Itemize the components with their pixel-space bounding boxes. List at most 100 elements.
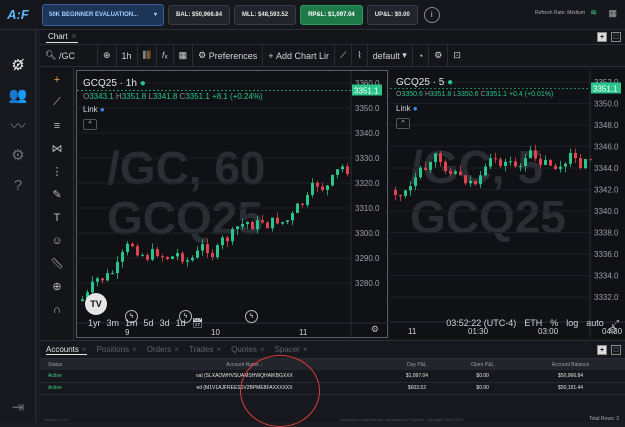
candle-body bbox=[236, 226, 239, 230]
y-tick-label: 3340.0 bbox=[355, 129, 380, 138]
tab-trades[interactable]: Trades × bbox=[189, 345, 221, 354]
candle-body bbox=[424, 167, 427, 170]
log-toggle[interactable]: log bbox=[566, 318, 578, 328]
table-row[interactable]: Active ed (M1V1AJFREES1V2BPME8FAXXXXXX $… bbox=[40, 382, 625, 395]
ruler-icon[interactable]: 📏︎ bbox=[40, 252, 74, 275]
candle-body bbox=[201, 244, 204, 251]
candle-body bbox=[519, 166, 522, 168]
candle-body bbox=[564, 163, 567, 167]
popout-icon[interactable]: □ bbox=[611, 32, 621, 42]
y-tick-label: 3342.0 bbox=[594, 186, 619, 195]
col-status[interactable]: Status bbox=[40, 359, 105, 370]
info-icon[interactable]: i bbox=[423, 6, 440, 23]
emoji-icon[interactable]: ☺ bbox=[40, 229, 74, 252]
popout-icon[interactable]: □ bbox=[611, 345, 621, 355]
chart-type-icon[interactable]: ⫼ ⫼ bbox=[138, 44, 157, 67]
settings-icon[interactable]: ⚙ bbox=[0, 140, 36, 170]
tab-positions[interactable]: Positions × bbox=[97, 345, 137, 354]
interval-button[interactable]: 1h bbox=[117, 44, 138, 67]
candle-body bbox=[579, 158, 582, 169]
tab-orders[interactable]: Orders × bbox=[147, 345, 179, 354]
add-panel-icon[interactable]: + bbox=[597, 32, 607, 42]
auto-toggle[interactable]: auto bbox=[586, 318, 604, 328]
range-1yr[interactable]: 1yr bbox=[88, 318, 101, 328]
tab-accounts[interactable]: Accounts × bbox=[46, 345, 87, 355]
col-account-balance[interactable]: Account Balance bbox=[516, 359, 625, 370]
link-button[interactable]: Link ● bbox=[396, 104, 418, 113]
col-account-name[interactable]: Account Name ↓ bbox=[104, 359, 385, 370]
crosshair-icon[interactable]: + bbox=[40, 68, 74, 91]
candle-body bbox=[419, 167, 422, 178]
add-panel-icon[interactable]: + bbox=[597, 345, 607, 355]
tab-chart[interactable]: Chart × bbox=[46, 31, 79, 43]
help-icon[interactable]: ? bbox=[0, 170, 36, 200]
y-tick-label: 3346.0 bbox=[594, 143, 619, 152]
candle-body bbox=[171, 256, 174, 259]
chart-pane-1h[interactable]: /GC, 60 GCQ25 3360.0 3350.0 3340.0 3330.0 33… bbox=[76, 70, 389, 339]
tab-spacer[interactable]: Spacer × bbox=[275, 345, 308, 354]
horizontal-lines-icon[interactable]: ≡ bbox=[40, 114, 74, 137]
brush-icon[interactable]: ✎ bbox=[40, 183, 74, 206]
chart-pane-5m[interactable]: /GC, 5 GCQ25 3352.03350.03348.03346.0334… bbox=[390, 70, 625, 338]
compare-icon[interactable]: ⊕ bbox=[98, 44, 117, 67]
open-pnl-cell: $0.00 bbox=[449, 370, 517, 383]
account-selector[interactable]: 50K BEGINNER EVALUATION... ▾ bbox=[42, 3, 164, 26]
status-badge: Active bbox=[40, 370, 105, 383]
range-bar: 1yr 3m 1m 5d 3d 1d 📅︎ 03:52:22 (UTC-4) E… bbox=[40, 312, 625, 334]
session-toggle[interactable]: ETH bbox=[524, 318, 542, 328]
candle-body bbox=[404, 190, 407, 196]
collapse-icon[interactable]: ^ bbox=[83, 119, 97, 130]
trendline-icon[interactable]: ⟋ bbox=[40, 91, 74, 114]
open-pnl-cell: $0.00 bbox=[449, 382, 517, 395]
annotation-circle bbox=[240, 355, 320, 427]
y-tick-label: 3338.0 bbox=[594, 229, 619, 238]
path-icon[interactable]: ⌇ bbox=[352, 44, 368, 67]
fib-icon[interactable]: ⋮ bbox=[40, 160, 74, 183]
camera-icon[interactable]: ⊡ bbox=[448, 45, 466, 67]
refresh-rate-label: Refresh Rate: Medium bbox=[534, 10, 585, 16]
day-pnl-cell: $603.52 bbox=[384, 382, 450, 395]
candle-body bbox=[241, 224, 244, 227]
symbol-search[interactable]: 🔍︎ /GC bbox=[40, 44, 98, 67]
settings-icon[interactable]: ⚙ bbox=[429, 44, 449, 67]
range-5d[interactable]: 5d bbox=[144, 318, 154, 328]
col-day-pnl[interactable]: Day P&L bbox=[384, 359, 450, 370]
analytics-icon[interactable]: 〰 bbox=[0, 110, 36, 140]
clock-readout: 03:52:22 (UTC-4) bbox=[446, 318, 517, 328]
range-3m[interactable]: 3m bbox=[107, 318, 120, 328]
indicators-icon[interactable]: 𝑓ₓ bbox=[157, 44, 174, 67]
logout-icon[interactable]: ⇥ bbox=[0, 392, 36, 422]
zoom-in-icon[interactable]: ⊕ bbox=[40, 275, 74, 298]
link-button[interactable]: Link ● bbox=[83, 105, 105, 114]
speed-icon[interactable]: ◔ bbox=[413, 44, 430, 67]
day-pnl-cell: $1,097.04 bbox=[384, 370, 450, 383]
candle-body bbox=[429, 162, 432, 170]
candle-body bbox=[161, 256, 164, 258]
pattern-icon[interactable]: ⋈ bbox=[40, 137, 74, 160]
layout-icon[interactable]: ▦ bbox=[608, 8, 617, 19]
collapse-icon[interactable]: ^ bbox=[396, 118, 410, 129]
range-1d[interactable]: 1d bbox=[176, 318, 186, 328]
drawing-line-icon[interactable]: ⟋ bbox=[335, 44, 353, 67]
text-icon[interactable]: T bbox=[40, 206, 74, 229]
table-row[interactable]: Active val (SLXAOWHVSUAMSHWQHAIKBGXXX $1… bbox=[40, 370, 625, 383]
tab-quotes[interactable]: Quotes × bbox=[231, 345, 264, 354]
fullscreen-icon[interactable]: ⤢ bbox=[612, 318, 619, 329]
percent-toggle[interactable]: % bbox=[550, 318, 558, 328]
preferences-button[interactable]: ⚙ Preferences bbox=[193, 44, 264, 67]
candle-body bbox=[261, 220, 264, 223]
calendar-icon[interactable]: 📅︎ bbox=[192, 318, 203, 329]
y-tick-label: 3350.0 bbox=[355, 104, 380, 113]
candle-body bbox=[121, 252, 124, 262]
range-1m[interactable]: 1m bbox=[125, 318, 138, 328]
add-chart-line-button[interactable]: + Add Chart Lir bbox=[263, 44, 336, 67]
templates-icon[interactable]: ▦ bbox=[174, 44, 194, 67]
range-3d[interactable]: 3d bbox=[160, 318, 170, 328]
layout-select[interactable]: default ▾ bbox=[368, 44, 413, 67]
y-tick-label: 3330.0 bbox=[355, 154, 380, 163]
users-icon[interactable]: 👥 bbox=[0, 80, 36, 110]
candle-body bbox=[399, 195, 402, 197]
y-tick-label: 3344.0 bbox=[594, 164, 619, 173]
col-open-pnl[interactable]: Open P&L bbox=[449, 359, 517, 370]
trading-icon[interactable]: ⚙̸ bbox=[0, 50, 36, 80]
